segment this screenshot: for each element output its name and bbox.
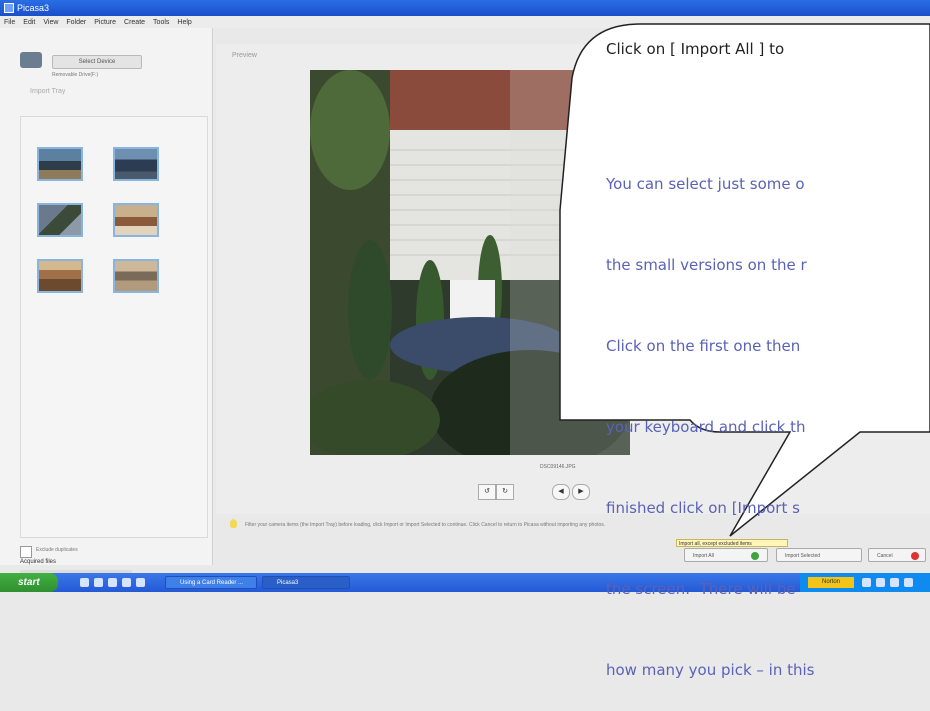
quick-launch-icon[interactable]: [108, 578, 117, 587]
menu-create[interactable]: Create: [124, 19, 145, 26]
menu-view[interactable]: View: [43, 19, 58, 26]
tray-icon[interactable]: [904, 578, 913, 587]
menu-help[interactable]: Help: [177, 19, 191, 26]
thumbnail[interactable]: [37, 259, 83, 293]
thumbnail[interactable]: [113, 203, 159, 237]
callout-line: Click on the first one then: [606, 337, 801, 355]
quick-launch-icon[interactable]: [136, 578, 145, 587]
taskbar-item-picasa[interactable]: Picasa3: [262, 576, 350, 589]
start-button[interactable]: start: [0, 573, 58, 592]
rotate-right-button[interactable]: ↻: [496, 484, 514, 500]
import-hint-text: Filter your camera items (the Import Tra…: [245, 522, 606, 528]
callout-line: the small versions on the r: [606, 256, 807, 274]
callout-line: the screen. There will be: [606, 580, 796, 598]
exclude-duplicates-label: Exclude duplicates: [36, 547, 78, 553]
device-select-dropdown[interactable]: Select Device: [52, 55, 142, 69]
exclude-duplicates-checkbox[interactable]: [20, 546, 32, 558]
callout-line: finished click on [Import s: [606, 499, 800, 517]
import-sidebar: Select Device Removable Drive(F:) Import…: [0, 28, 213, 574]
tray-icon[interactable]: [890, 578, 899, 587]
menu-folder[interactable]: Folder: [66, 19, 86, 26]
tray-icon[interactable]: [876, 578, 885, 587]
import-tray-label: Import Tray: [30, 88, 66, 95]
taskbar-item-label: Using a Card Reader ...: [180, 580, 244, 586]
thumbnail[interactable]: [37, 147, 83, 181]
next-photo-button[interactable]: ▶: [572, 484, 590, 500]
camera-icon: [20, 52, 42, 68]
callout-line: how many you pick – in this: [606, 661, 815, 679]
callout-heading: Click on [ Import All ] to: [606, 40, 785, 58]
window-title: Picasa3: [17, 3, 50, 13]
quick-launch-icon[interactable]: [122, 578, 131, 587]
preview-photo-image: [310, 70, 630, 455]
tray-icon[interactable]: [862, 578, 871, 587]
cancel-label: Cancel: [877, 553, 893, 559]
menu-edit[interactable]: Edit: [23, 19, 35, 26]
menu-bar: File Edit View Folder Picture Create Too…: [0, 16, 930, 28]
callout-line: You can select just some o: [606, 175, 805, 193]
taskbar-item-label: Picasa3: [277, 580, 299, 586]
preview-label: Preview: [232, 52, 257, 59]
system-tray: Norton: [800, 573, 930, 592]
picasa-app-icon: [4, 3, 14, 13]
norton-icon[interactable]: Norton: [808, 577, 854, 588]
cancel-icon: [911, 552, 919, 560]
menu-tools[interactable]: Tools: [153, 19, 169, 26]
callout-body: You can select just some o the small ver…: [606, 117, 814, 711]
callout-line: your keyboard and click th: [606, 418, 806, 436]
lightbulb-icon: [230, 519, 237, 528]
quick-launch-icon[interactable]: [80, 578, 89, 587]
menu-picture[interactable]: Picture: [94, 19, 116, 26]
thumbnail[interactable]: [113, 147, 159, 181]
acquired-files-label: Acquired files: [20, 559, 57, 565]
device-caption: Removable Drive(F:): [52, 72, 99, 78]
norton-label: Norton: [821, 579, 840, 585]
import-tray: [20, 116, 208, 538]
cancel-button[interactable]: Cancel: [868, 548, 926, 562]
rotate-left-button[interactable]: ↺: [478, 484, 496, 500]
title-bar: Picasa3: [0, 0, 930, 16]
menu-file[interactable]: File: [4, 19, 15, 26]
previous-photo-button[interactable]: ◀: [552, 484, 570, 500]
quick-launch-icon[interactable]: [94, 578, 103, 587]
thumbnail[interactable]: [113, 259, 159, 293]
preview-photo: [310, 70, 630, 455]
taskbar-item-card-reader[interactable]: Using a Card Reader ...: [165, 576, 257, 589]
photo-filename: DSC09146.JPG: [540, 464, 576, 470]
start-label: start: [18, 577, 40, 588]
thumbnail[interactable]: [37, 203, 83, 237]
